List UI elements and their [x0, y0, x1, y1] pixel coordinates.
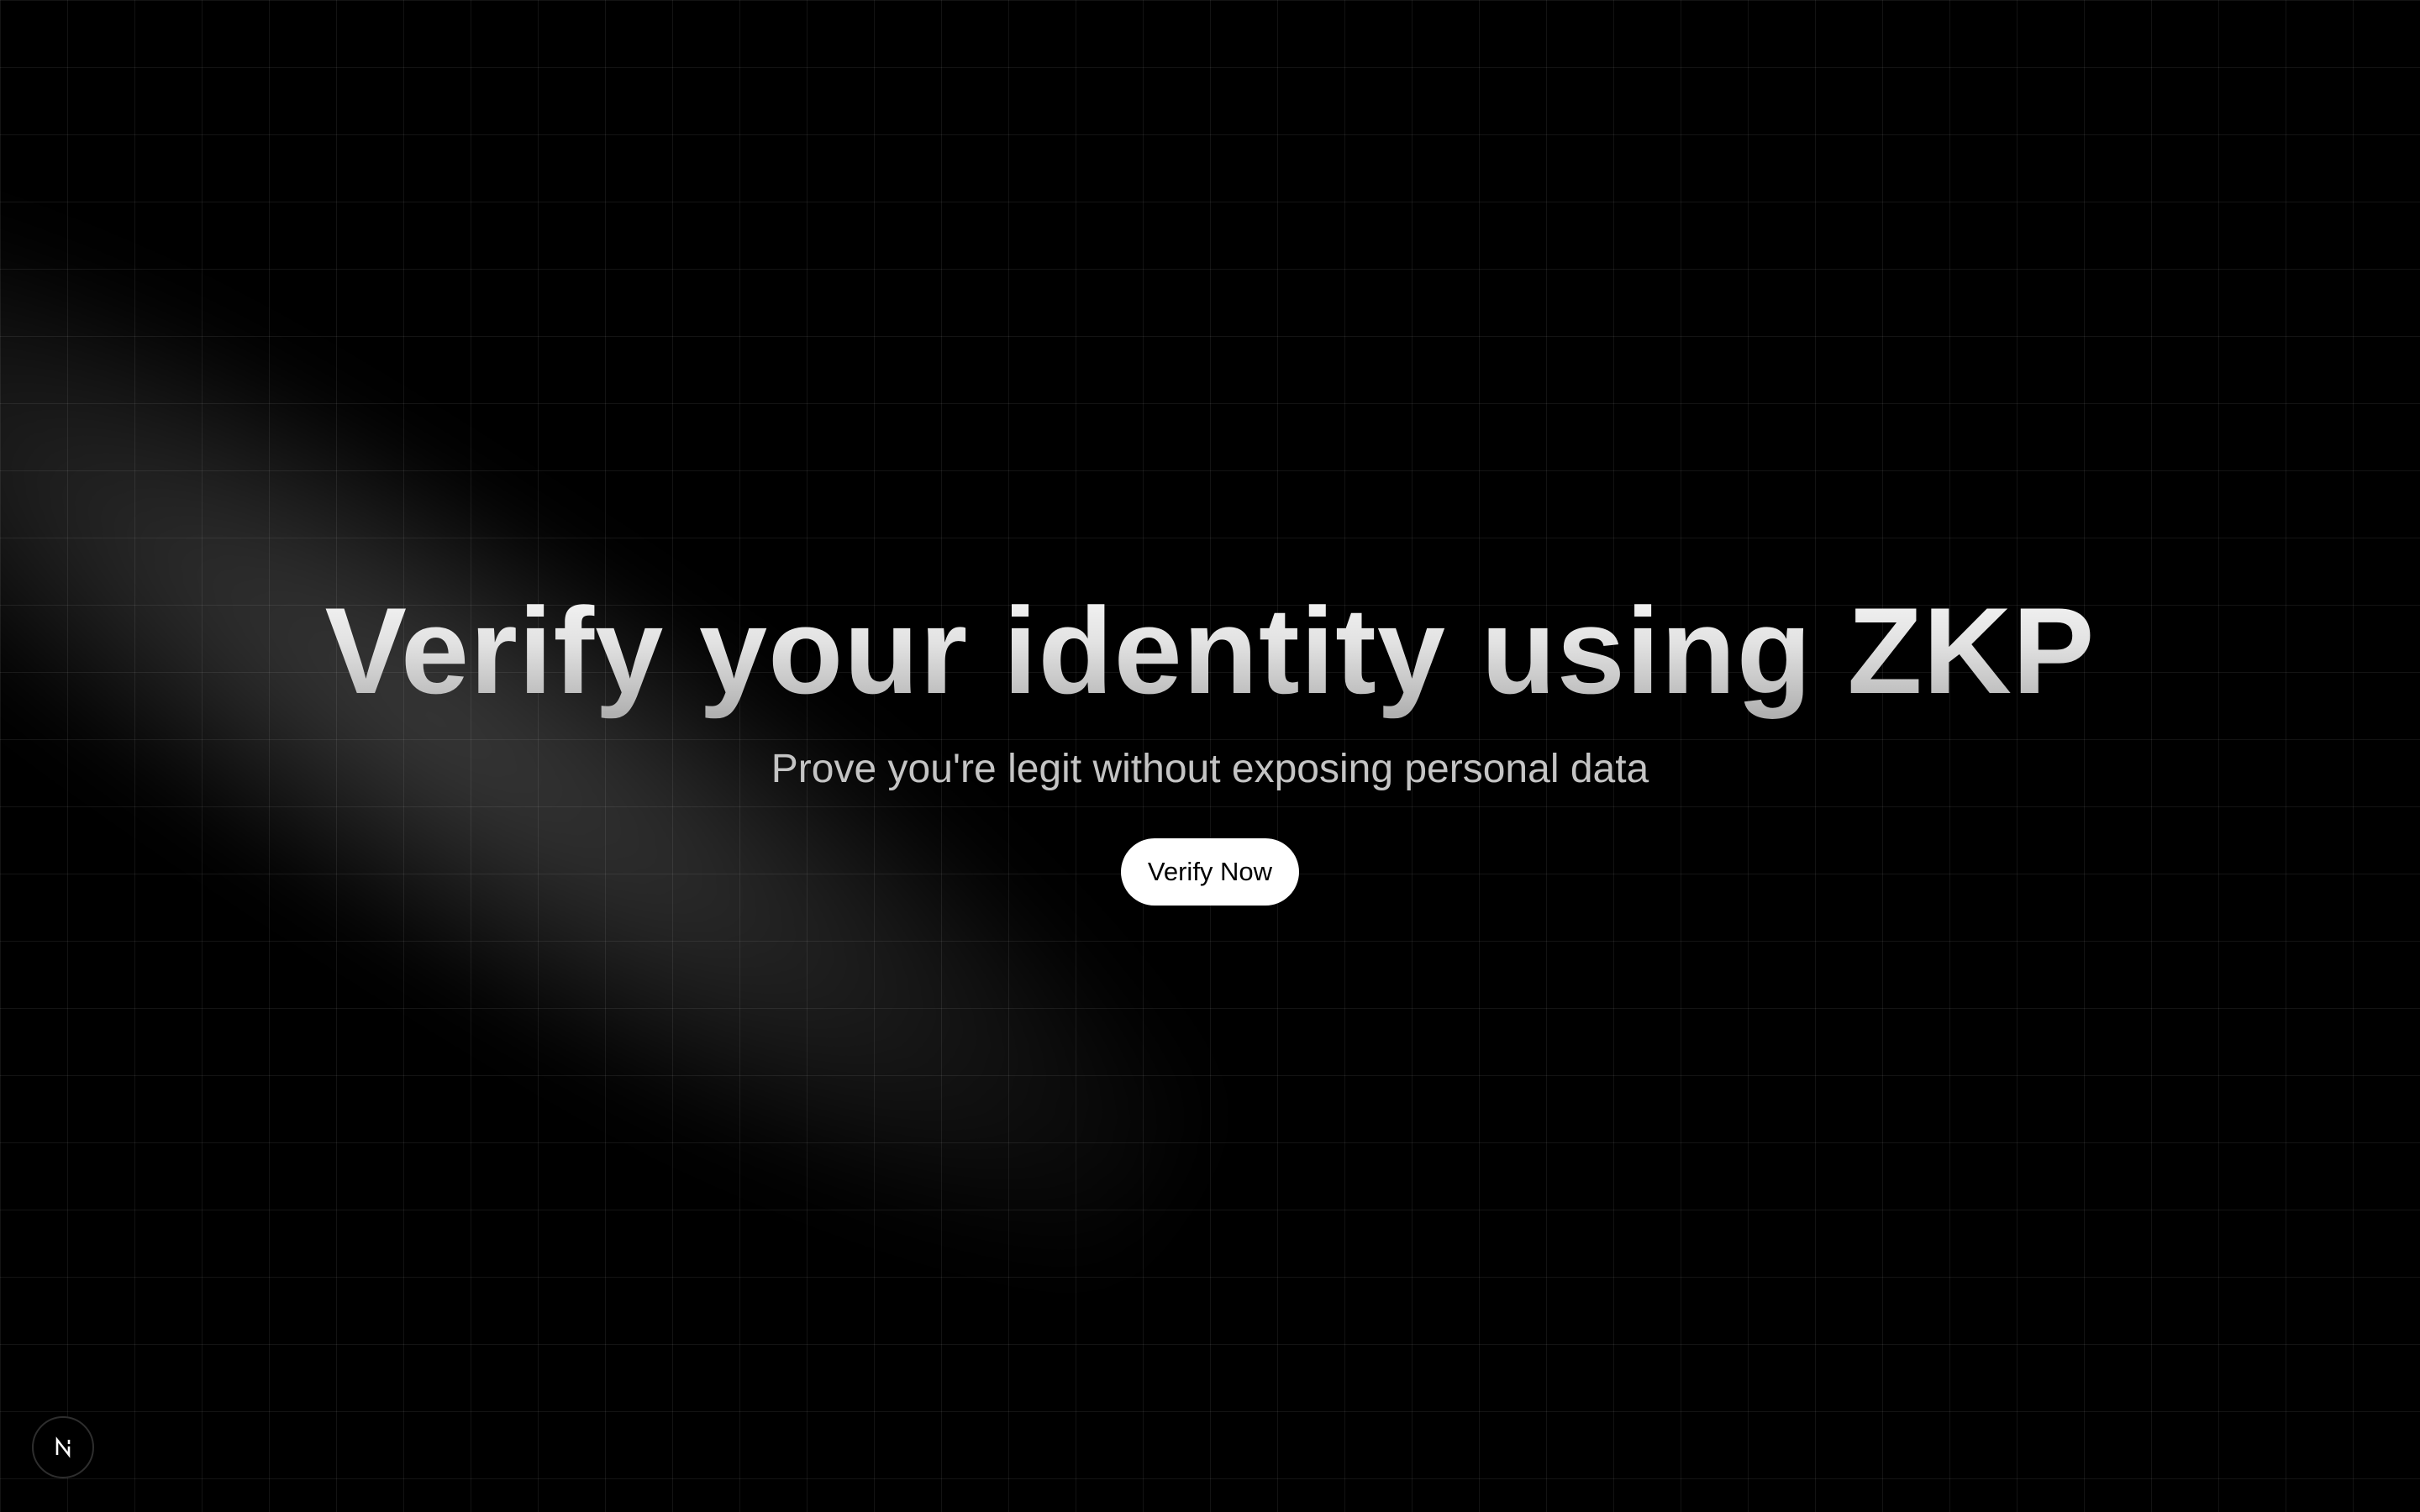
hero-subtitle: Prove you're legit without exposing pers…	[771, 747, 1649, 791]
verify-now-button[interactable]: Verify Now	[1120, 838, 1300, 906]
hero-title: Verify your identity using ZKP	[325, 576, 2096, 726]
hero-section: Verify your identity using ZKP Prove you…	[0, 0, 2420, 906]
nextjs-logo-icon	[55, 1436, 71, 1458]
landing-page: Verify your identity using ZKP Prove you…	[0, 0, 2420, 1512]
nextjs-dev-badge[interactable]	[32, 1416, 94, 1478]
